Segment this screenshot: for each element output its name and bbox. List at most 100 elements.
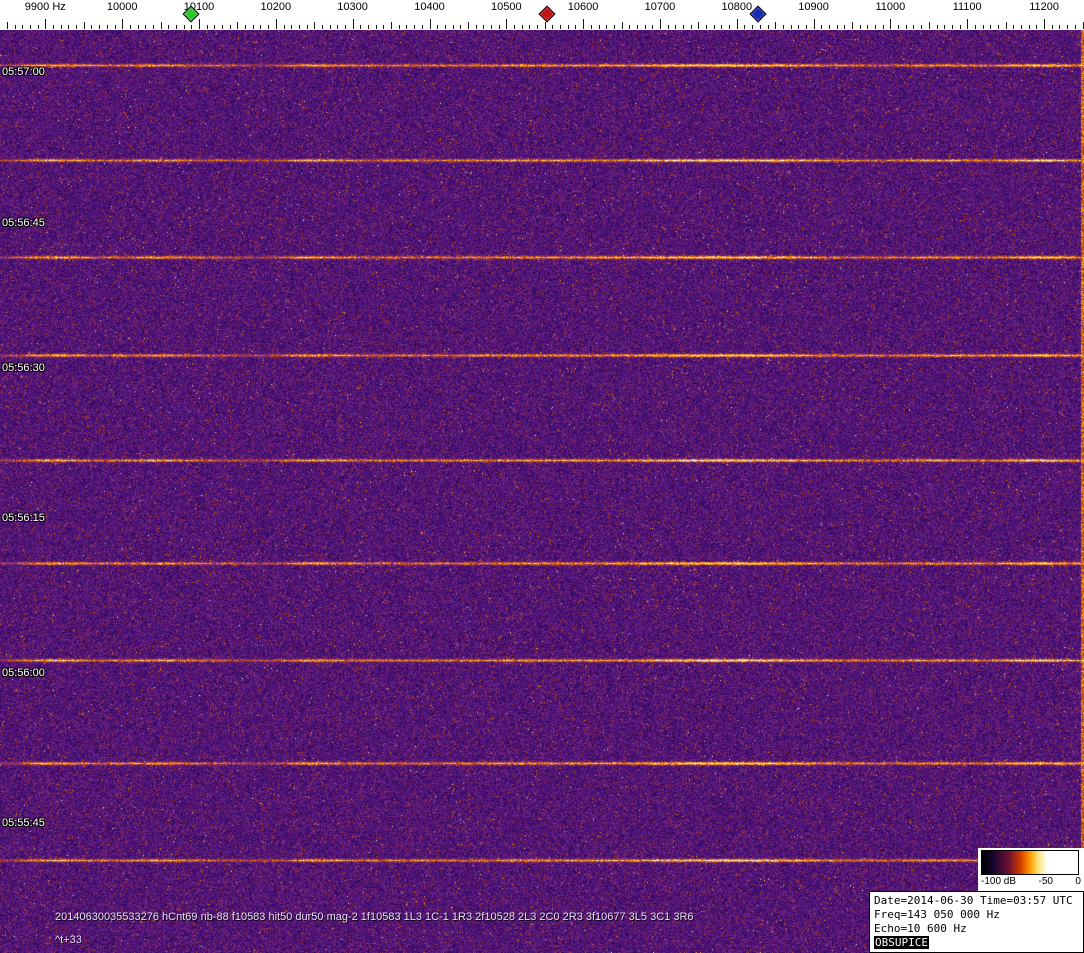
freq-tick bbox=[514, 25, 515, 29]
freq-tick bbox=[430, 19, 431, 29]
freq-tick bbox=[276, 19, 277, 29]
freq-tick bbox=[468, 22, 469, 29]
freq-label: 10300 bbox=[337, 1, 368, 13]
freq-tick bbox=[691, 25, 692, 29]
freq-tick bbox=[38, 25, 39, 29]
freq-tick bbox=[337, 25, 338, 29]
freq-tick bbox=[322, 25, 323, 29]
freq-tick bbox=[1059, 25, 1060, 29]
freq-label: 9900 Hz bbox=[25, 1, 66, 13]
freq-tick bbox=[307, 25, 308, 29]
freq-tick bbox=[230, 25, 231, 29]
freq-tick bbox=[844, 25, 845, 29]
freq-tick bbox=[1067, 25, 1068, 29]
freq-tick bbox=[614, 25, 615, 29]
freq-tick bbox=[944, 25, 945, 29]
colorbar-min-label: -100 dB bbox=[981, 876, 1016, 888]
freq-tick bbox=[61, 25, 62, 29]
freq-tick bbox=[660, 19, 661, 29]
freq-tick bbox=[798, 25, 799, 29]
freq-tick bbox=[153, 25, 154, 29]
freq-tick bbox=[314, 22, 315, 29]
freq-tick bbox=[222, 25, 223, 29]
freq-tick bbox=[53, 25, 54, 29]
freq-label: 10200 bbox=[261, 1, 292, 13]
freq-tick bbox=[744, 25, 745, 29]
freq-tick bbox=[883, 25, 884, 29]
freq-tick bbox=[99, 25, 100, 29]
freq-label: 10800 bbox=[722, 1, 753, 13]
freq-tick bbox=[606, 25, 607, 29]
freq-tick bbox=[284, 25, 285, 29]
freq-tick bbox=[537, 25, 538, 29]
freq-tick bbox=[990, 25, 991, 29]
freq-tick bbox=[652, 25, 653, 29]
info-station-line: OBSUPICE bbox=[874, 936, 1079, 950]
freq-tick bbox=[245, 25, 246, 29]
freq-tick bbox=[752, 25, 753, 29]
detection-annotation: 20140630035533276 hCnt69 nb-88 f10583 hi… bbox=[55, 911, 694, 923]
freq-tick bbox=[406, 25, 407, 29]
freq-label: 10400 bbox=[414, 1, 445, 13]
freq-tick bbox=[145, 25, 146, 29]
freq-tick bbox=[875, 25, 876, 29]
frequency-marker-red-diamond-icon[interactable] bbox=[539, 6, 556, 23]
time-label: 05:56:15 bbox=[2, 512, 45, 524]
freq-tick bbox=[161, 22, 162, 29]
freq-tick bbox=[15, 25, 16, 29]
freq-tick bbox=[860, 25, 861, 29]
freq-tick bbox=[637, 25, 638, 29]
freq-label: 11100 bbox=[953, 1, 982, 13]
spectrogram-app: 9900 Hz100001010010200103001040010500106… bbox=[0, 0, 1084, 953]
freq-tick bbox=[821, 25, 822, 29]
freq-tick bbox=[76, 25, 77, 29]
freq-tick bbox=[399, 25, 400, 29]
freq-tick bbox=[545, 22, 546, 29]
freq-tick bbox=[199, 19, 200, 29]
freq-tick bbox=[414, 25, 415, 29]
time-label: 05:56:30 bbox=[2, 362, 45, 374]
freq-tick bbox=[237, 22, 238, 29]
colorbar-gradient bbox=[981, 850, 1079, 875]
frequency-ruler[interactable]: 9900 Hz100001010010200103001040010500106… bbox=[0, 0, 1084, 30]
freq-tick bbox=[575, 25, 576, 29]
freq-tick bbox=[714, 25, 715, 29]
freq-tick bbox=[529, 25, 530, 29]
freq-label: 10700 bbox=[645, 1, 676, 13]
freq-tick bbox=[768, 25, 769, 29]
freq-label: 11200 bbox=[1029, 1, 1059, 13]
freq-tick bbox=[499, 25, 500, 29]
freq-label: 10600 bbox=[568, 1, 599, 13]
freq-tick bbox=[422, 25, 423, 29]
freq-tick bbox=[130, 25, 131, 29]
freq-tick bbox=[1052, 25, 1053, 29]
freq-tick bbox=[983, 25, 984, 29]
freq-tick bbox=[967, 19, 968, 29]
freq-tick bbox=[737, 19, 738, 29]
cursor-annotation: ^t+33 bbox=[55, 934, 82, 946]
freq-tick bbox=[45, 19, 46, 29]
frequency-marker-blue-diamond-icon[interactable] bbox=[750, 6, 767, 23]
freq-tick bbox=[1075, 25, 1076, 29]
freq-tick bbox=[522, 25, 523, 29]
freq-tick bbox=[68, 25, 69, 29]
freq-tick bbox=[721, 25, 722, 29]
freq-tick bbox=[937, 25, 938, 29]
freq-tick bbox=[107, 25, 108, 29]
freq-tick bbox=[207, 25, 208, 29]
freq-tick bbox=[22, 25, 23, 29]
freq-tick bbox=[599, 25, 600, 29]
freq-tick bbox=[683, 25, 684, 29]
freq-tick bbox=[191, 25, 192, 29]
freq-tick bbox=[898, 25, 899, 29]
freq-tick bbox=[906, 25, 907, 29]
freq-tick bbox=[921, 25, 922, 29]
time-label: 05:56:45 bbox=[2, 217, 45, 229]
waterfall-spectrogram[interactable] bbox=[0, 30, 1084, 953]
info-echo-line: Echo=10 600 Hz bbox=[874, 922, 1079, 936]
freq-tick bbox=[368, 25, 369, 29]
freq-tick bbox=[445, 25, 446, 29]
freq-tick bbox=[975, 25, 976, 29]
freq-tick bbox=[7, 22, 8, 29]
colorbar-labels: -100 dB -50 0 bbox=[981, 876, 1081, 888]
